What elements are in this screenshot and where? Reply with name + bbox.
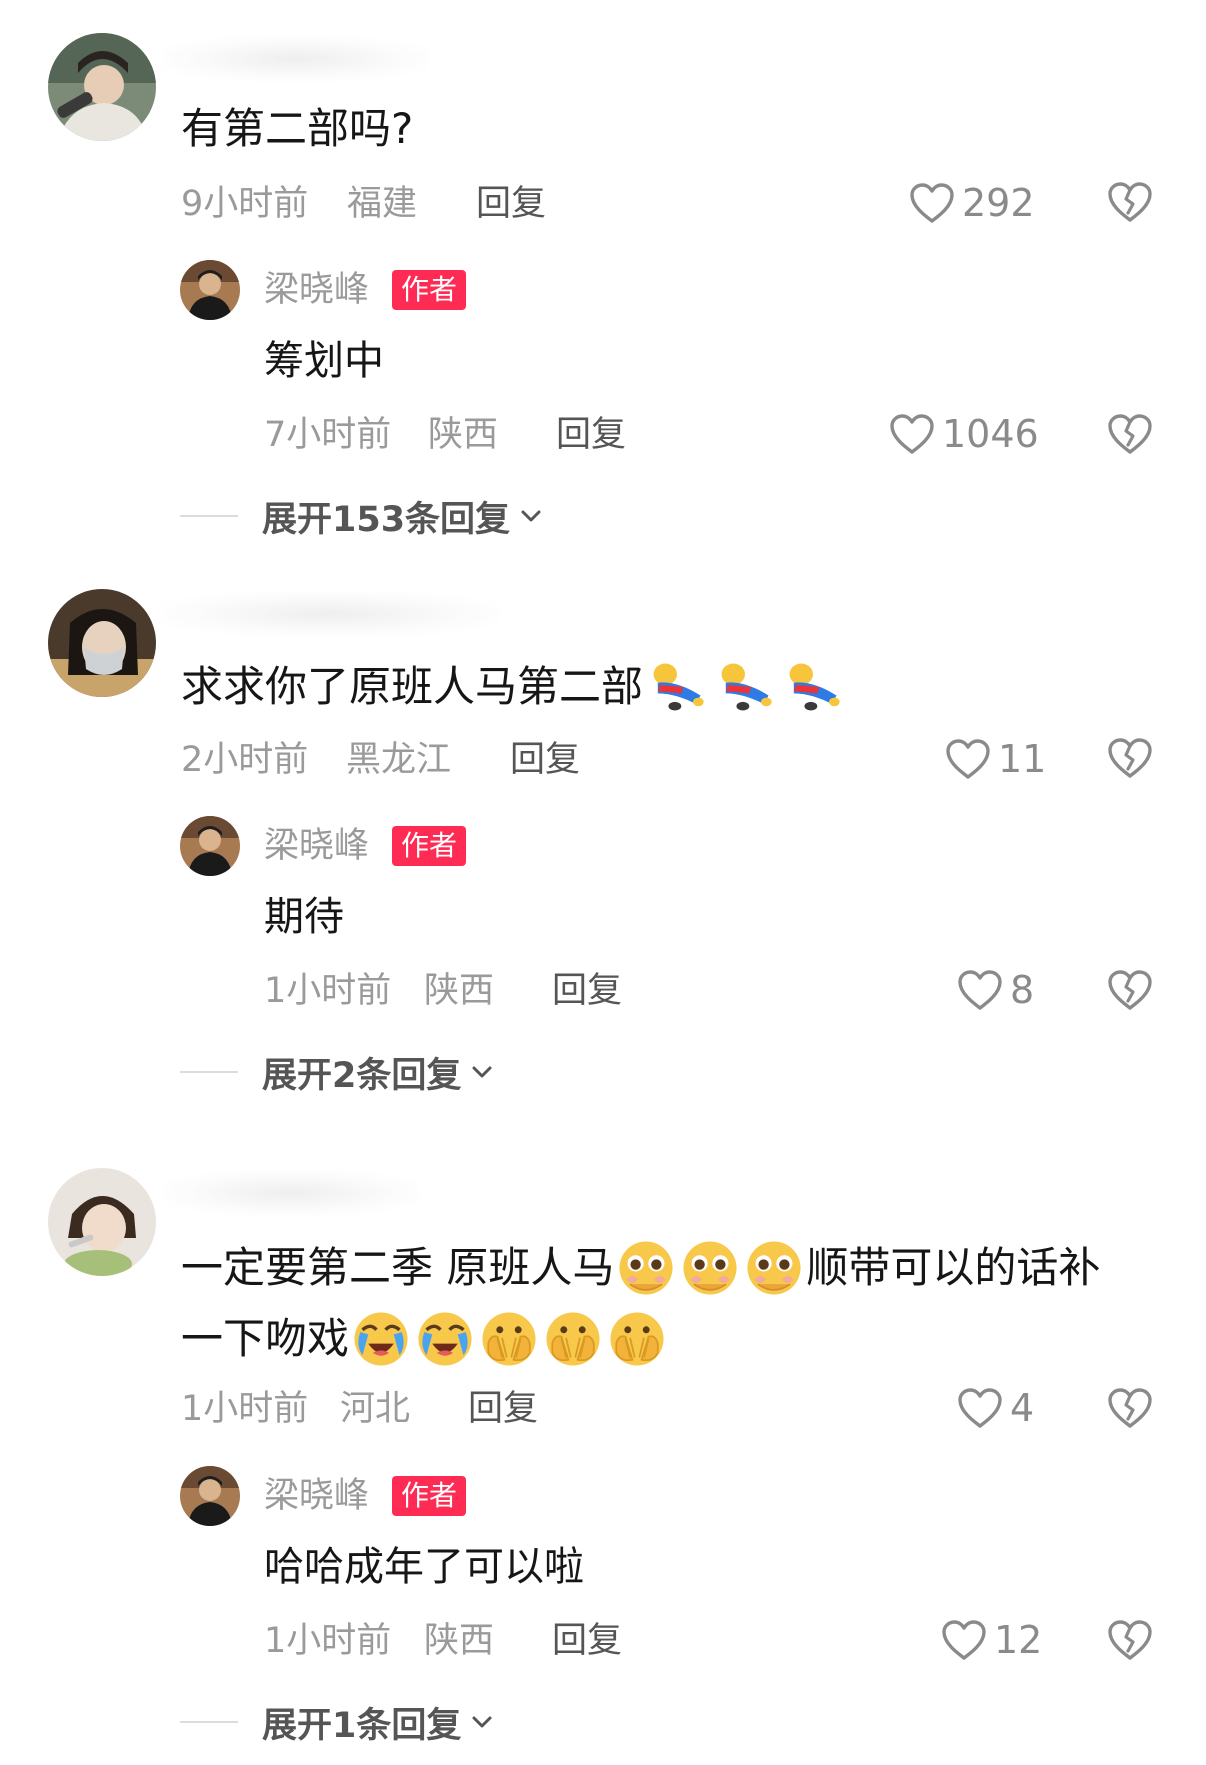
username-blurred bbox=[160, 36, 430, 82]
author-avatar-image bbox=[180, 816, 240, 876]
kneeling-emoji-icon bbox=[645, 659, 709, 715]
broken-heart-icon[interactable] bbox=[1106, 180, 1154, 224]
comment-text-line1: 一定要第二季 原班人马 顺带可以的话补 bbox=[181, 1237, 1100, 1298]
reply-username[interactable]: 梁晓峰 bbox=[264, 268, 369, 312]
pleading-face-emoji-icon bbox=[616, 1238, 676, 1298]
author-avatar[interactable] bbox=[180, 260, 240, 320]
reply-button[interactable]: 回复 bbox=[468, 1387, 538, 1431]
author-badge: 作者 bbox=[392, 1476, 467, 1516]
kneeling-emoji-icon bbox=[713, 659, 777, 715]
like-button[interactable]: 12 bbox=[940, 1616, 1042, 1664]
reply-location: 陕西 bbox=[424, 1621, 495, 1661]
user-avatar-image bbox=[48, 1168, 156, 1276]
chevron-down-icon bbox=[469, 1059, 495, 1085]
divider bbox=[180, 1721, 238, 1723]
heart-icon bbox=[956, 1386, 1004, 1430]
comment-text-body: 求求你了原班人马第二部 bbox=[181, 661, 644, 711]
username-blurred bbox=[160, 591, 500, 637]
comment-text-line2: 一下吻戏 bbox=[181, 1308, 669, 1369]
broken-heart-icon[interactable] bbox=[1106, 736, 1154, 780]
chevron-down-icon bbox=[469, 1709, 495, 1735]
reply-button[interactable]: 回复 bbox=[552, 1619, 622, 1663]
broken-heart-icon[interactable] bbox=[1106, 1386, 1154, 1430]
reply-time: 1小时前 bbox=[264, 971, 392, 1011]
face-covered-emoji-icon bbox=[607, 1309, 667, 1369]
like-count: 1046 bbox=[942, 412, 1039, 456]
heart-icon bbox=[888, 412, 936, 456]
heart-icon bbox=[940, 1618, 988, 1662]
author-avatar[interactable] bbox=[180, 816, 240, 876]
loudly-crying-emoji-icon bbox=[351, 1309, 411, 1369]
comment-text: 求求你了原班人马第二部 bbox=[181, 656, 847, 715]
like-button[interactable]: 8 bbox=[956, 966, 1034, 1014]
reply-location: 陕西 bbox=[424, 971, 495, 1011]
reply-text: 筹划中 bbox=[264, 338, 384, 384]
avatar[interactable] bbox=[48, 33, 156, 141]
face-covered-emoji-icon bbox=[543, 1309, 603, 1369]
comment-time: 2小时前 bbox=[181, 740, 309, 780]
reply-time: 1小时前 bbox=[264, 1621, 392, 1661]
author-avatar-image bbox=[180, 1466, 240, 1526]
like-button[interactable]: 11 bbox=[944, 735, 1046, 783]
expand-replies-button[interactable]: 展开2条回复 bbox=[180, 1050, 495, 1096]
expand-replies-label: 展开153条回复 bbox=[262, 499, 511, 540]
comment-text-segment: 顺带可以的话补 bbox=[806, 1242, 1101, 1292]
expand-replies-button[interactable]: 展开1条回复 bbox=[180, 1700, 495, 1746]
like-button[interactable]: 1046 bbox=[888, 410, 1039, 458]
expand-replies-label: 展开1条回复 bbox=[262, 1705, 462, 1746]
comment-text-segment: 一下吻戏 bbox=[181, 1313, 350, 1363]
reply-button[interactable]: 回复 bbox=[510, 738, 580, 782]
reply-button[interactable]: 回复 bbox=[556, 413, 626, 457]
pleading-face-emoji-icon bbox=[680, 1238, 740, 1298]
heart-icon bbox=[956, 968, 1004, 1012]
comment-time: 9小时前 bbox=[181, 184, 309, 224]
comment-time: 1小时前 bbox=[181, 1389, 309, 1429]
comment-text: 有第二部吗? bbox=[181, 104, 414, 153]
face-covered-emoji-icon bbox=[479, 1309, 539, 1369]
comment-location: 黑龙江 bbox=[346, 740, 452, 780]
author-avatar-image bbox=[180, 260, 240, 320]
like-count: 8 bbox=[1010, 968, 1035, 1012]
reply-button[interactable]: 回复 bbox=[552, 969, 622, 1013]
broken-heart-icon[interactable] bbox=[1106, 412, 1154, 456]
author-badge: 作者 bbox=[392, 270, 467, 310]
like-count: 11 bbox=[998, 737, 1047, 781]
loudly-crying-emoji-icon bbox=[415, 1309, 475, 1369]
like-button[interactable]: 292 bbox=[908, 179, 1035, 227]
user-avatar-image bbox=[48, 33, 156, 141]
divider bbox=[180, 515, 238, 517]
reply-time: 7小时前 bbox=[264, 415, 392, 455]
like-count: 292 bbox=[962, 181, 1035, 225]
heart-icon bbox=[908, 181, 956, 225]
like-count: 12 bbox=[994, 1618, 1043, 1662]
comment-location: 河北 bbox=[340, 1389, 411, 1429]
expand-replies-label: 展开2条回复 bbox=[262, 1055, 462, 1096]
author-badge: 作者 bbox=[392, 826, 467, 866]
reply-text: 哈哈成年了可以啦 bbox=[264, 1544, 584, 1590]
pleading-face-emoji-icon bbox=[744, 1238, 804, 1298]
like-count: 4 bbox=[1010, 1386, 1035, 1430]
like-button[interactable]: 4 bbox=[956, 1384, 1034, 1432]
author-avatar[interactable] bbox=[180, 1466, 240, 1526]
reply-text: 期待 bbox=[264, 894, 344, 940]
user-avatar-image bbox=[48, 589, 156, 697]
heart-icon bbox=[944, 737, 992, 781]
avatar[interactable] bbox=[48, 589, 156, 697]
comment-location: 福建 bbox=[347, 184, 418, 224]
broken-heart-icon[interactable] bbox=[1106, 1618, 1154, 1662]
reply-username[interactable]: 梁晓峰 bbox=[264, 1474, 369, 1518]
broken-heart-icon[interactable] bbox=[1106, 968, 1154, 1012]
divider bbox=[180, 1071, 238, 1073]
comment-text-segment: 一定要第二季 原班人马 bbox=[181, 1242, 615, 1292]
reply-username[interactable]: 梁晓峰 bbox=[264, 824, 369, 868]
reply-button[interactable]: 回复 bbox=[476, 182, 546, 226]
username-blurred bbox=[160, 1170, 420, 1216]
expand-replies-button[interactable]: 展开153条回复 bbox=[180, 494, 544, 540]
avatar[interactable] bbox=[48, 1168, 156, 1276]
kneeling-emoji-icon bbox=[781, 659, 845, 715]
chevron-down-icon bbox=[518, 503, 544, 529]
reply-location: 陕西 bbox=[428, 415, 499, 455]
